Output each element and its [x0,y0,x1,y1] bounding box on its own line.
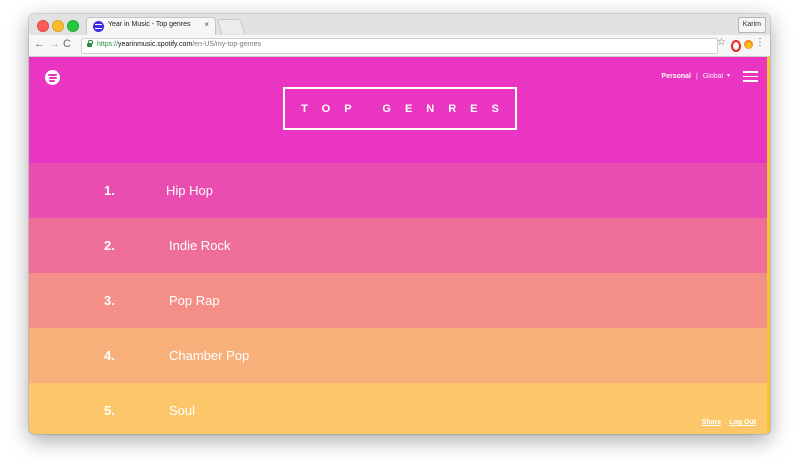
opera-extension-icon[interactable] [731,40,741,52]
logout-link[interactable]: Log Out [729,419,756,426]
footer-links: Share Log Out [702,419,756,426]
genre-name: Soul [169,403,196,418]
genre-rank: 1. [104,183,115,198]
browser-window: Year in Music - Top genres × Karim ← → C… [29,14,770,434]
extension-icon[interactable] [744,40,753,49]
tab-close-icon[interactable]: × [204,20,209,29]
genre-name: Hip Hop [166,183,213,198]
spotify-icon[interactable] [45,70,60,85]
genre-rank: 4. [104,348,115,363]
address-bar[interactable]: https://yearinmusic.spotify.com/en-US/my… [81,38,718,54]
spotify-icon-wave [48,77,57,79]
genre-row[interactable]: 1. Hip Hop [29,163,770,218]
maximize-window-button[interactable] [67,20,79,32]
address-toolbar: ← → C https://yearinmusic.spotify.com/en… [29,35,770,57]
browser-menu-icon[interactable]: ⋮ [755,37,765,48]
genre-rank: 3. [104,293,115,308]
tab-year-in-music[interactable]: Year in Music - Top genres × [86,17,216,35]
hamburger-menu-icon[interactable] [743,71,758,82]
minimize-window-button[interactable] [52,20,64,32]
genre-list: 1. Hip Hop 2. Indie Rock 3. Pop Rap 4. Chamber … [29,163,770,434]
reload-icon[interactable]: C [63,38,71,50]
spotify-icon-wave [49,80,55,82]
page-title: TOP GENRES [301,102,513,115]
new-tab-button[interactable] [216,19,246,34]
close-window-button[interactable] [37,20,49,32]
genre-row[interactable]: 4. Chamber Pop [29,328,770,383]
lock-icon [87,40,93,47]
url-host: yearinmusic.spotify.com [118,41,193,48]
genre-row[interactable]: 2. Indie Rock [29,218,770,273]
scrollbar-thumb[interactable] [767,57,770,145]
url-text: https://yearinmusic.spotify.com/en-US/my… [97,41,261,48]
page-content: TOP GENRES Personal | Global ▼ 1. Hip Hop… [29,57,770,434]
nav-global-dropdown[interactable]: Global [703,73,723,80]
tab-bar: Year in Music - Top genres × Karim [29,14,770,36]
nav-separator: | [695,72,698,80]
page-title-box: TOP GENRES [283,87,517,130]
url-scheme: https:// [97,41,119,48]
spotify-icon-wave [48,74,57,76]
share-link[interactable]: Share [702,419,721,426]
forward-icon[interactable]: → [49,38,60,50]
genre-row[interactable]: 5. Soul [29,383,770,434]
genre-row[interactable]: 3. Pop Rap [29,273,770,328]
tab-title: Year in Music - Top genres [108,21,191,28]
spotify-favicon-icon [93,21,104,32]
url-path: /en-US/my-top-genres [192,41,262,48]
page-scrollbar[interactable] [767,57,770,434]
genre-name: Pop Rap [169,293,220,308]
genre-name: Indie Rock [169,238,231,253]
chevron-down-icon[interactable]: ▼ [726,73,731,79]
profile-button[interactable]: Karim [737,17,766,33]
top-nav: Personal | Global ▼ [661,71,758,82]
back-icon[interactable]: ← [34,38,45,50]
page-header: TOP GENRES Personal | Global ▼ [29,57,770,163]
genre-rank: 2. [104,238,115,253]
nav-personal-link[interactable]: Personal [661,73,691,80]
genre-name: Chamber Pop [169,348,250,363]
star-icon[interactable]: ☆ [717,37,726,48]
genre-rank: 5. [104,403,115,418]
